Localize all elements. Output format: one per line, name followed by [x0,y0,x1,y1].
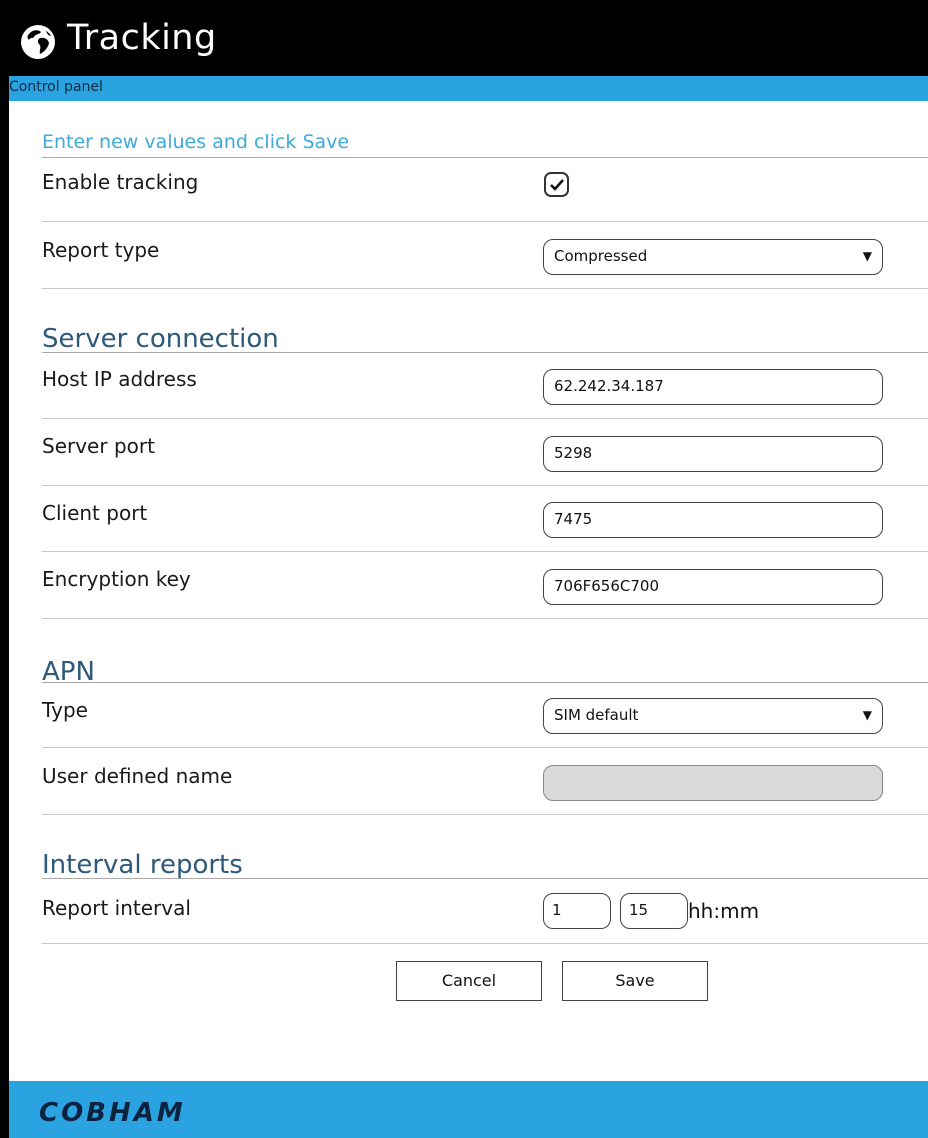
divider [42,618,928,619]
section-divider [42,682,928,683]
divider [42,747,928,748]
page-header: Tracking [9,6,928,76]
server-port-label: Server port [42,434,155,458]
divider [42,288,928,289]
checkmark-icon [550,179,564,191]
page-title: Tracking [67,18,217,58]
client-port-label: Client port [42,501,148,525]
encryption-key-input[interactable]: 706F656C700 [543,569,883,605]
divider [42,221,928,222]
form-instruction: Enter new values and click Save [42,131,350,153]
report-interval-minutes-input[interactable]: 15 [620,893,688,929]
report-interval-unit: hh:mm [688,899,760,923]
divider [42,943,928,944]
host-ip-input[interactable]: 62.242.34.187 [543,369,883,405]
divider [42,418,928,419]
globe-icon [21,25,55,59]
enable-tracking-checkbox[interactable] [544,172,569,197]
apn-type-label: Type [42,698,88,722]
host-ip-label: Host IP address [42,367,197,391]
dropdown-arrow-icon: ▼ [862,249,872,263]
apn-type-select[interactable]: SIM default ▼ [543,698,883,734]
section-title-server-connection: Server connection [42,324,279,354]
client-port-input[interactable]: 7475 [543,502,883,538]
breadcrumb-bar: Control panel [9,76,928,101]
divider [42,814,928,815]
report-interval-hours-input[interactable]: 1 [543,893,611,929]
report-interval-label: Report interval [42,896,191,920]
section-divider [42,878,928,879]
user-defined-name-label: User defined name [42,764,233,788]
breadcrumb-control-panel[interactable]: Control panel [9,79,103,95]
page-footer: COBHAM [9,1081,928,1138]
server-port-input[interactable]: 5298 [543,436,883,472]
divider [42,485,928,486]
section-divider [42,352,928,353]
report-type-value: Compressed [554,247,648,265]
divider [42,157,928,158]
dropdown-arrow-icon: ▼ [862,708,872,722]
enable-tracking-label: Enable tracking [42,170,199,194]
cancel-button[interactable]: Cancel [396,961,542,1001]
report-type-label: Report type [42,238,160,262]
encryption-key-label: Encryption key [42,567,191,591]
save-button[interactable]: Save [562,961,708,1001]
divider [42,551,928,552]
cobham-logo: COBHAM [39,1098,186,1128]
apn-type-value: SIM default [554,706,639,724]
user-defined-name-input[interactable] [543,765,883,801]
section-title-interval-reports: Interval reports [42,850,243,880]
report-type-select[interactable]: Compressed ▼ [543,239,883,275]
